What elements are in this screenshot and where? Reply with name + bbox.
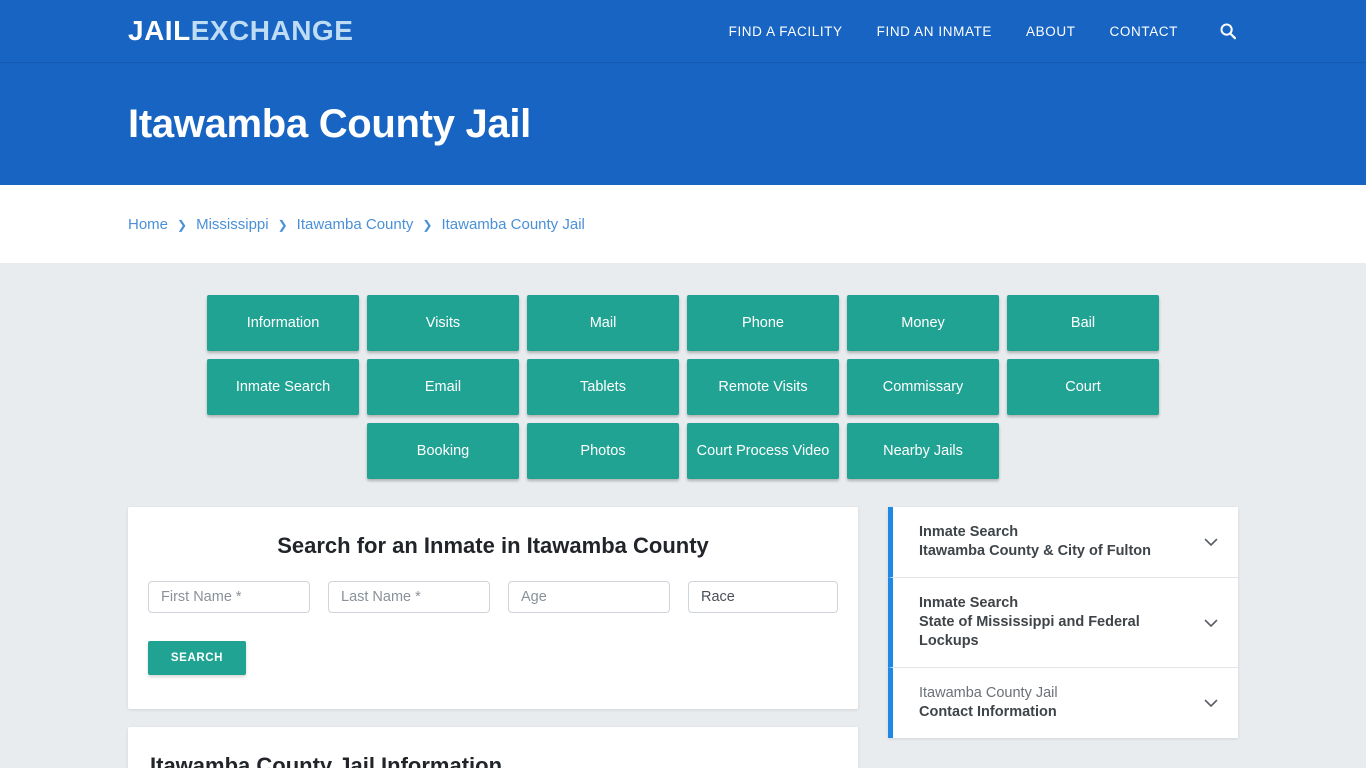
section-button-money[interactable]: Money — [847, 295, 999, 351]
accordion-line-2: Itawamba County & City of Fulton — [919, 543, 1151, 559]
accordion-item-label: Inmate Search Itawamba County & City of … — [919, 523, 1192, 561]
site-header: JAILEXCHANGE FIND A FACILITY FIND AN INM… — [0, 0, 1366, 63]
sidebar-accordion: Inmate Search Itawamba County & City of … — [888, 507, 1238, 738]
section-button-phone[interactable]: Phone — [687, 295, 839, 351]
last-name-input[interactable] — [328, 581, 490, 613]
logo-text-exchange: EXCHANGE — [190, 15, 354, 46]
chevron-right-icon: ❯ — [422, 218, 433, 232]
accordion-line-3: Lockups — [919, 633, 979, 649]
age-input[interactable] — [508, 581, 670, 613]
chevron-right-icon: ❯ — [277, 218, 288, 232]
breadcrumb-item-itawamba-county[interactable]: Itawamba County — [297, 216, 414, 233]
section-button-inmate-search[interactable]: Inmate Search — [207, 359, 359, 415]
accordion-item-label: Inmate Search State of Mississippi and F… — [919, 594, 1192, 651]
section-button-nearby-jails[interactable]: Nearby Jails — [847, 423, 999, 479]
accordion-item-inmate-search-state[interactable]: Inmate Search State of Mississippi and F… — [888, 578, 1238, 668]
breadcrumb: Home ❯ Mississippi ❯ Itawamba County ❯ I… — [128, 216, 585, 233]
section-button-visits[interactable]: Visits — [367, 295, 519, 351]
accordion-item-label: Itawamba County Jail Contact Information — [919, 684, 1192, 722]
breadcrumb-band: Home ❯ Mississippi ❯ Itawamba County ❯ I… — [0, 185, 1366, 263]
nav-item-about[interactable]: ABOUT — [1026, 24, 1076, 39]
chevron-down-icon[interactable] — [1202, 614, 1220, 632]
race-select[interactable]: Race — [688, 581, 838, 613]
accordion-item-contact-information[interactable]: Itawamba County Jail Contact Information — [888, 668, 1238, 738]
inmate-search-title: Search for an Inmate in Itawamba County — [277, 533, 709, 558]
main-navigation: FIND A FACILITY FIND AN INMATE ABOUT CON… — [729, 21, 1238, 41]
breadcrumb-item-home[interactable]: Home — [128, 216, 168, 233]
nav-item-contact[interactable]: CONTACT — [1110, 24, 1178, 39]
page-title: Itawamba County Jail — [128, 101, 531, 146]
page-title-band: Itawamba County Jail — [0, 63, 1366, 185]
section-button-mail[interactable]: Mail — [527, 295, 679, 351]
nav-item-find-an-inmate[interactable]: FIND AN INMATE — [877, 24, 992, 39]
chevron-down-icon[interactable] — [1202, 694, 1220, 712]
right-column: Inmate Search Itawamba County & City of … — [888, 507, 1238, 738]
breadcrumb-item-mississippi[interactable]: Mississippi — [196, 216, 269, 233]
section-button-bail[interactable]: Bail — [1007, 295, 1159, 351]
chevron-down-icon[interactable] — [1202, 533, 1220, 551]
main-content: Information Visits Mail Phone Money Bail… — [0, 263, 1366, 768]
section-button-email[interactable]: Email — [367, 359, 519, 415]
site-logo[interactable]: JAILEXCHANGE — [128, 17, 353, 45]
first-name-input[interactable] — [148, 581, 310, 613]
accordion-line-2: State of Mississippi and Federal — [919, 614, 1140, 630]
section-button-court[interactable]: Court — [1007, 359, 1159, 415]
accordion-line-1: Inmate Search — [919, 595, 1019, 611]
section-button-court-process-video[interactable]: Court Process Video — [687, 423, 839, 479]
section-button-commissary[interactable]: Commissary — [847, 359, 999, 415]
nav-item-find-a-facility[interactable]: FIND A FACILITY — [729, 24, 843, 39]
accordion-line-2: Contact Information — [919, 704, 1057, 720]
section-button-tablets[interactable]: Tablets — [527, 359, 679, 415]
logo-text-jail: JAIL — [128, 15, 191, 46]
accordion-item-inmate-search-county[interactable]: Inmate Search Itawamba County & City of … — [888, 507, 1238, 578]
section-button-booking[interactable]: Booking — [367, 423, 519, 479]
section-button-grid: Information Visits Mail Phone Money Bail… — [128, 291, 1238, 483]
section-button-photos[interactable]: Photos — [527, 423, 679, 479]
chevron-right-icon: ❯ — [177, 218, 188, 232]
section-button-information[interactable]: Information — [207, 295, 359, 351]
breadcrumb-item-itawamba-county-jail[interactable]: Itawamba County Jail — [441, 216, 584, 233]
inmate-search-fields: Race — [148, 581, 838, 613]
left-column: Search for an Inmate in Itawamba County … — [128, 507, 858, 768]
search-submit-button[interactable]: SEARCH — [148, 641, 246, 675]
jail-information-card: Itawamba County Jail Information — [128, 727, 858, 768]
accordion-line-1: Itawamba County Jail — [919, 685, 1058, 701]
accordion-line-1: Inmate Search — [919, 524, 1019, 540]
jail-information-title: Itawamba County Jail Information — [150, 753, 503, 768]
section-button-remote-visits[interactable]: Remote Visits — [687, 359, 839, 415]
inmate-search-card: Search for an Inmate in Itawamba County … — [128, 507, 858, 709]
content-row: Search for an Inmate in Itawamba County … — [128, 507, 1238, 768]
search-icon[interactable] — [1218, 21, 1238, 41]
